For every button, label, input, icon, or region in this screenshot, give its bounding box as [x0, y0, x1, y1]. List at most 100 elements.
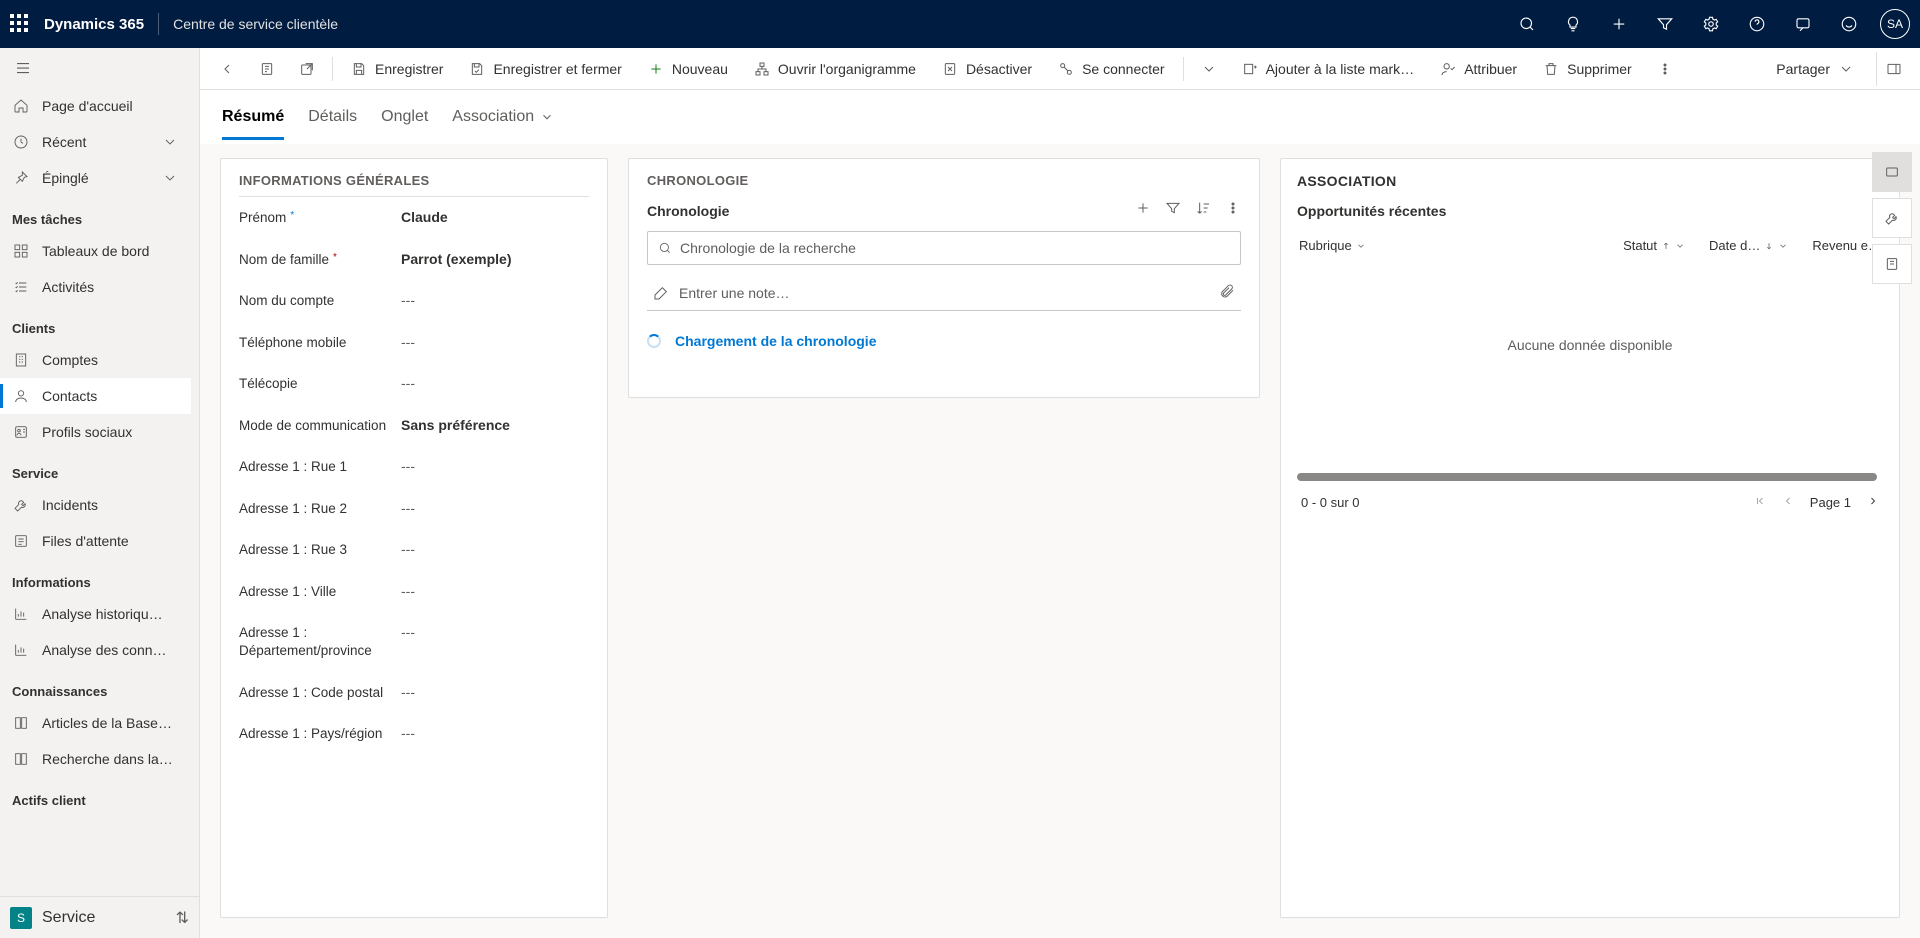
assign-button[interactable]: Attribuer	[1430, 52, 1527, 86]
form-field[interactable]: Mode de communicationSans préférence	[239, 405, 589, 447]
side-panel-toggle[interactable]	[1876, 52, 1910, 86]
overflow-menu[interactable]	[1648, 52, 1682, 86]
add-to-list-button[interactable]: Ajouter à la liste mark…	[1232, 52, 1425, 86]
form-field[interactable]: Nom du compte---	[239, 280, 589, 322]
record-set-button[interactable]	[250, 52, 284, 86]
sidebar-item-label: Tableaux de bord	[42, 243, 149, 259]
sidebar-item-contacts[interactable]: Contacts	[0, 378, 191, 414]
form-field[interactable]: Adresse 1 : Rue 1---	[239, 446, 589, 488]
sidebar-item-historical[interactable]: Analyse historiqu…	[0, 596, 191, 632]
form-field[interactable]: Adresse 1 : Département/province---	[239, 612, 589, 671]
grid-empty-text: Aucune donnée disponible	[1297, 337, 1883, 353]
lightbulb-icon[interactable]	[1554, 0, 1592, 48]
form-field[interactable]: Nom de famille*Parrot (exemple)	[239, 239, 589, 281]
area-badge: S	[10, 907, 32, 929]
add-icon[interactable]	[1135, 200, 1151, 221]
tab-summary[interactable]: Résumé	[222, 94, 284, 140]
sidebar-item-kb-search[interactable]: Recherche dans la…	[0, 741, 191, 777]
sidebar-item-accounts[interactable]: Comptes	[0, 342, 191, 378]
new-button[interactable]: Nouveau	[638, 52, 738, 86]
sidebar-item-kb-articles[interactable]: Articles de la Base…	[0, 705, 191, 741]
sidebar-toggle[interactable]	[0, 48, 199, 88]
tab-onglet[interactable]: Onglet	[381, 94, 428, 140]
sidebar-item-label: Articles de la Base…	[42, 715, 172, 731]
area-switcher[interactable]: S Service ⇅	[0, 896, 199, 938]
chat-icon[interactable]	[1784, 0, 1822, 48]
placeholder-text: Chronologie de la recherche	[680, 240, 856, 256]
tab-label: Association	[452, 108, 534, 126]
field-value: ---	[401, 500, 589, 516]
search-icon[interactable]	[1508, 0, 1546, 48]
sidebar-item-incidents[interactable]: Incidents	[0, 487, 191, 523]
related-pane-button[interactable]	[1872, 152, 1912, 192]
app-name[interactable]: Centre de service clientèle	[173, 16, 338, 32]
tab-details[interactable]: Détails	[308, 94, 357, 140]
app-launcher-icon[interactable]	[10, 14, 30, 34]
save-button[interactable]: Enregistrer	[341, 52, 453, 86]
chevron-down-icon	[161, 169, 179, 187]
spinner-icon	[647, 334, 661, 348]
sidebar-item-dashboards[interactable]: Tableaux de bord	[0, 233, 191, 269]
field-value: Sans préférence	[401, 417, 589, 433]
connect-dropdown[interactable]	[1192, 52, 1226, 86]
col-rubrique[interactable]: Rubrique	[1299, 238, 1599, 253]
save-close-button[interactable]: Enregistrer et fermer	[459, 52, 631, 86]
timeline-search-input[interactable]: Chronologie de la recherche	[647, 231, 1241, 265]
sidebar-item-social[interactable]: Profils sociaux	[0, 414, 191, 450]
cmd-label: Ajouter à la liste mark…	[1266, 61, 1415, 77]
sidebar: Page d'accueil Récent Épinglé Mes tâches…	[0, 48, 200, 938]
form-field[interactable]: Adresse 1 : Pays/région---	[239, 713, 589, 755]
sidebar-section-tasks: Mes tâches	[0, 196, 191, 233]
filter-icon[interactable]	[1646, 0, 1684, 48]
col-revenu[interactable]: Revenu e…	[1812, 238, 1881, 253]
user-avatar[interactable]: SA	[1880, 9, 1910, 39]
form-field[interactable]: Adresse 1 : Rue 2---	[239, 488, 589, 530]
timeline-note-input[interactable]: Entrer une note…	[647, 275, 1241, 311]
form-field[interactable]: Prénom*Claude	[239, 197, 589, 239]
sidebar-item-recent[interactable]: Récent	[0, 124, 191, 160]
smile-icon[interactable]	[1830, 0, 1868, 48]
more-icon[interactable]	[1225, 200, 1241, 221]
gear-icon[interactable]	[1692, 0, 1730, 48]
list-icon	[12, 532, 30, 550]
orgchart-button[interactable]: Ouvrir l'organigramme	[744, 52, 926, 86]
assistant-pane-button[interactable]	[1872, 198, 1912, 238]
sort-icon[interactable]	[1195, 200, 1211, 221]
sidebar-item-knowledge-analytics[interactable]: Analyse des conn…	[0, 632, 191, 668]
delete-button[interactable]: Supprimer	[1533, 52, 1642, 86]
filter-icon[interactable]	[1165, 200, 1181, 221]
next-page-button[interactable]	[1867, 495, 1879, 510]
help-icon[interactable]	[1738, 0, 1776, 48]
form-field[interactable]: Adresse 1 : Rue 3---	[239, 529, 589, 571]
form-field[interactable]: Télécopie---	[239, 363, 589, 405]
search-icon	[658, 241, 672, 255]
first-page-button[interactable]	[1754, 495, 1766, 510]
sidebar-item-pinned[interactable]: Épinglé	[0, 160, 191, 196]
col-statut[interactable]: Statut	[1623, 238, 1685, 253]
loading-text: Chargement de la chronologie	[675, 333, 876, 349]
col-date[interactable]: Date d…	[1709, 238, 1788, 253]
cmd-label: Désactiver	[966, 61, 1032, 77]
form-field[interactable]: Adresse 1 : Ville---	[239, 571, 589, 613]
form-field[interactable]: Téléphone mobile---	[239, 322, 589, 364]
brand-name[interactable]: Dynamics 365	[44, 16, 144, 33]
connect-button[interactable]: Se connecter	[1048, 52, 1175, 86]
deactivate-button[interactable]: Désactiver	[932, 52, 1042, 86]
prev-page-button[interactable]	[1782, 495, 1794, 510]
home-icon	[12, 97, 30, 115]
kb-pane-button[interactable]	[1872, 244, 1912, 284]
sidebar-item-queues[interactable]: Files d'attente	[0, 523, 191, 559]
share-button[interactable]: Partager	[1766, 52, 1864, 86]
back-button[interactable]	[210, 52, 244, 86]
sidebar-item-label: Incidents	[42, 497, 98, 513]
sidebar-item-home[interactable]: Page d'accueil	[0, 88, 191, 124]
cmd-label: Se connecter	[1082, 61, 1165, 77]
horizontal-scrollbar[interactable]	[1297, 473, 1877, 481]
tab-association[interactable]: Association	[452, 94, 554, 140]
open-new-window-button[interactable]	[290, 52, 324, 86]
attachment-icon[interactable]	[1219, 283, 1235, 302]
field-value: Parrot (exemple)	[401, 251, 589, 267]
sidebar-item-activities[interactable]: Activités	[0, 269, 191, 305]
form-field[interactable]: Adresse 1 : Code postal---	[239, 672, 589, 714]
plus-icon[interactable]	[1600, 0, 1638, 48]
